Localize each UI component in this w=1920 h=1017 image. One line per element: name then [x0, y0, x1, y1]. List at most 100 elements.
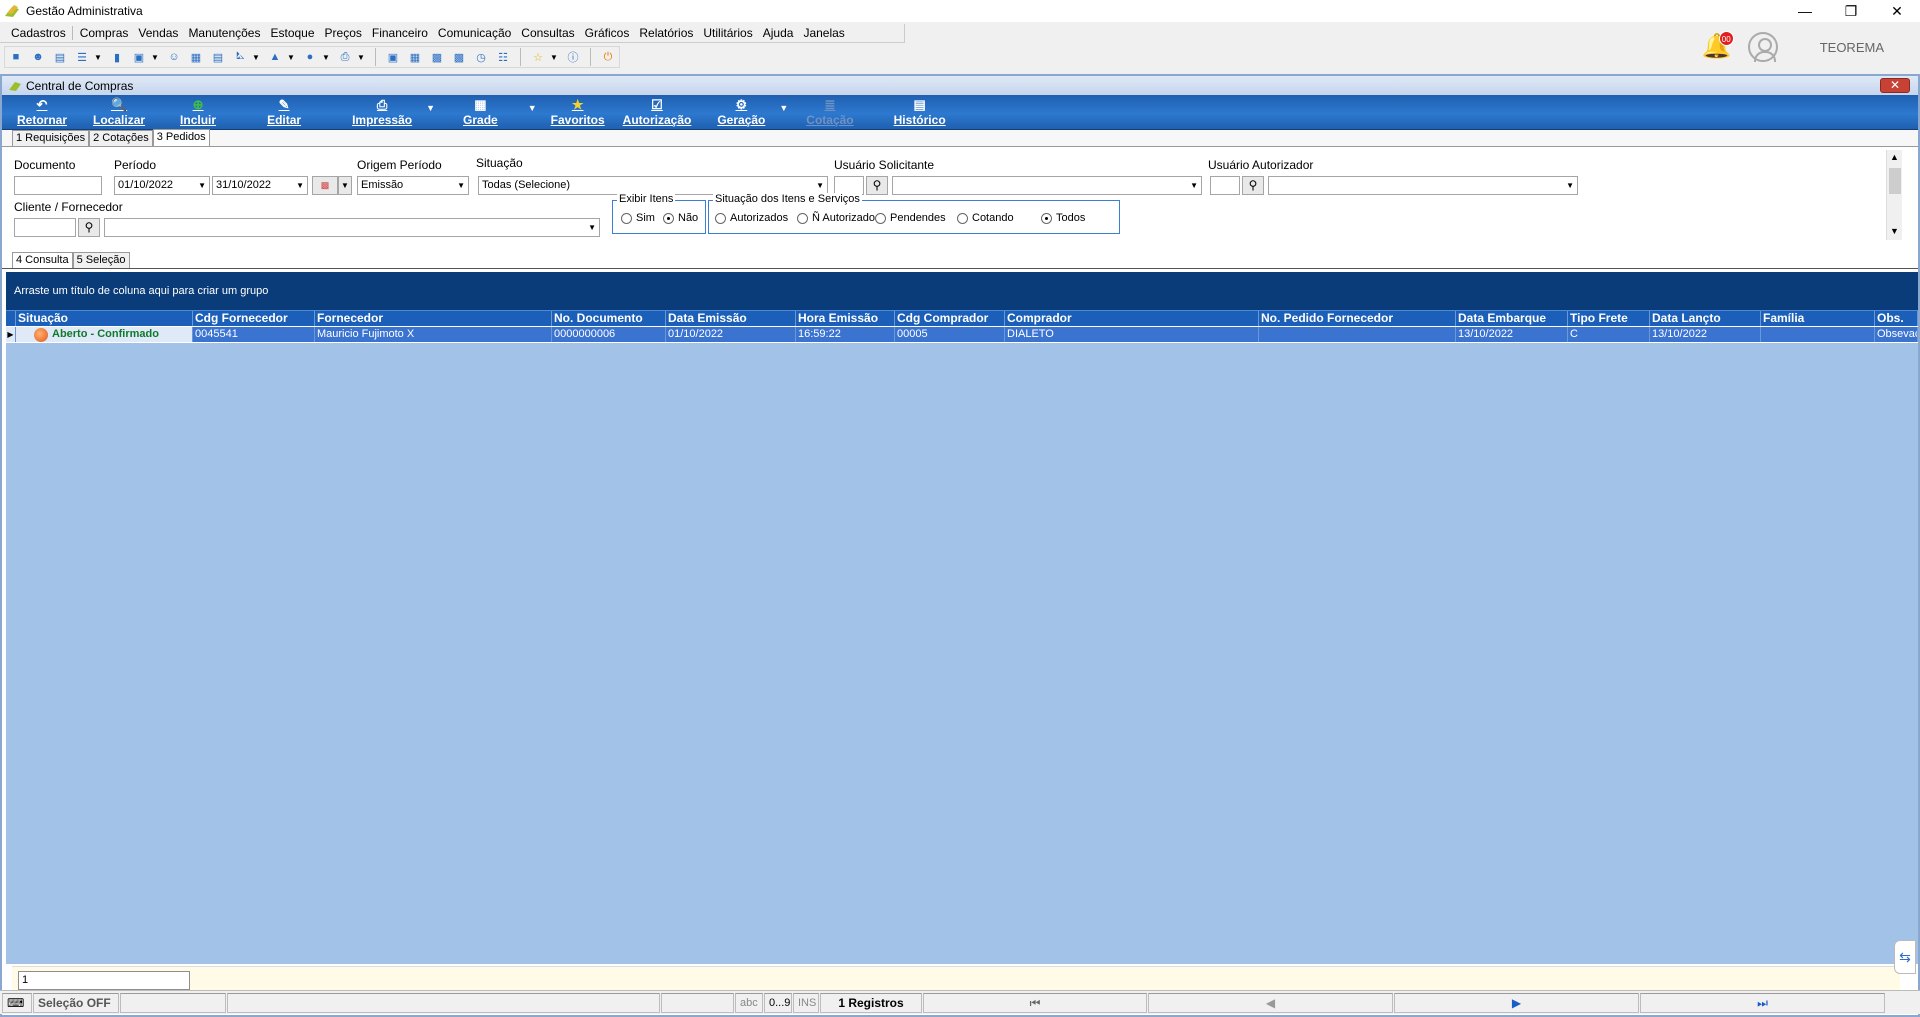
chevron-down-icon[interactable]: ▼	[93, 53, 103, 62]
card-icon[interactable]: ▤	[51, 48, 69, 66]
close-button[interactable]: ✕	[1874, 0, 1920, 22]
menu-vendas[interactable]: Vendas	[133, 26, 183, 40]
search-icon[interactable]: ⚲	[866, 176, 888, 195]
window-icon[interactable]: ▣	[384, 48, 402, 66]
editar-button[interactable]: ✎ Editar	[267, 98, 301, 128]
calendar-icon[interactable]: ▩	[312, 176, 338, 195]
impressao-button[interactable]: ⎙ Impressão	[352, 98, 412, 128]
calculator-icon[interactable]: ▦	[406, 48, 424, 66]
col-no-documento[interactable]: No. Documento	[552, 311, 666, 326]
menu-janelas[interactable]: Janelas	[798, 26, 849, 40]
col-tipo-frete[interactable]: Tipo Frete	[1568, 311, 1650, 326]
cliente-fornecedor-select[interactable]	[104, 218, 600, 237]
printer-icon[interactable]: ⎙	[336, 48, 354, 66]
geracao-button[interactable]: ⚙ Geração	[717, 98, 765, 128]
row-indicator-header[interactable]	[6, 311, 16, 326]
exibir-nao-radio[interactable]: Não	[663, 212, 698, 224]
nao-autorizado-radio[interactable]: Ñ Autorizado	[797, 212, 875, 224]
menu-compras[interactable]: Compras	[75, 26, 134, 40]
footer-input[interactable]: 1	[18, 971, 190, 990]
autorizacao-button[interactable]: ☑ Autorização	[623, 98, 692, 128]
periodo-end-date[interactable]: 31/10/2022	[212, 176, 308, 195]
tab-cotacoes[interactable]: 2 Cotações	[89, 130, 153, 146]
usuario-autorizador-select[interactable]	[1268, 176, 1578, 195]
localizar-button[interactable]: 🔍 Localizar	[93, 98, 145, 128]
todos-radio[interactable]: Todos	[1041, 212, 1085, 224]
usuario-solicitante-select[interactable]	[892, 176, 1202, 195]
pendendes-radio[interactable]: Pendendes	[875, 212, 946, 224]
col-obs[interactable]: Obs.	[1875, 311, 1918, 326]
menu-manutencoes[interactable]: Manutenções	[183, 26, 265, 40]
geracao-dropdown-icon[interactable]: ▼	[779, 103, 788, 113]
incluir-button[interactable]: ⊕ Incluir	[180, 98, 216, 128]
info-icon[interactable]: ⓘ	[564, 48, 582, 66]
group-by-panel[interactable]: Arraste um título de coluna aqui para cr…	[6, 272, 1918, 310]
grade-button[interactable]: ▦ Grade	[463, 98, 498, 128]
first-record-button[interactable]: ⏮	[923, 992, 1147, 1013]
last-record-button[interactable]: ⏭	[1640, 992, 1885, 1013]
autorizados-radio[interactable]: Autorizados	[715, 212, 788, 224]
menu-consultas[interactable]: Consultas	[516, 26, 579, 40]
star-icon[interactable]: ☆	[529, 48, 547, 66]
remote-support-icon[interactable]: ⇆	[1894, 940, 1916, 974]
calculator-icon[interactable]: ▦	[187, 48, 205, 66]
list-icon[interactable]: ☰	[73, 48, 91, 66]
exibir-sim-radio[interactable]: Sim	[621, 212, 655, 224]
search-icon[interactable]: ⚲	[1242, 176, 1264, 195]
menu-comunicacao[interactable]: Comunicação	[433, 26, 516, 40]
tab-selecao[interactable]: 5 Seleção	[72, 252, 130, 268]
minimize-button[interactable]: —	[1782, 0, 1828, 22]
keyboard-icon[interactable]: ⌨	[2, 992, 32, 1013]
tab-pedidos[interactable]: 3 Pedidos	[152, 129, 210, 146]
money-icon[interactable]: ●	[301, 48, 319, 66]
grade-dropdown-icon[interactable]: ▼	[528, 103, 537, 113]
agenda-icon[interactable]: ▩	[450, 48, 468, 66]
impressao-dropdown-icon[interactable]: ▼	[426, 103, 435, 113]
user-avatar-icon[interactable]	[1747, 32, 1778, 62]
bell-icon[interactable]: 🔔 00	[1702, 31, 1734, 61]
col-no-pedido-fornecedor[interactable]: No. Pedido Fornecedor	[1259, 311, 1456, 326]
power-icon[interactable]: ⏻	[599, 48, 617, 66]
document-icon[interactable]: ▮	[108, 48, 126, 66]
report-icon[interactable]: ☷	[494, 48, 512, 66]
chevron-down-icon[interactable]: ▼	[321, 53, 331, 62]
menu-ajuda[interactable]: Ajuda	[758, 26, 799, 40]
clock-icon[interactable]: ◷	[472, 48, 490, 66]
col-data-embarque[interactable]: Data Embarque	[1456, 311, 1568, 326]
card-icon[interactable]: ▤	[209, 48, 227, 66]
chevron-down-icon[interactable]: ▼	[286, 53, 296, 62]
col-cdg-fornecedor[interactable]: Cdg Fornecedor	[193, 311, 315, 326]
chevron-down-icon[interactable]: ▼	[356, 53, 366, 62]
origem-periodo-select[interactable]: Emissão	[357, 176, 469, 195]
chevron-up-icon[interactable]: ▲	[1890, 152, 1899, 162]
tab-consulta[interactable]: 4 Consulta	[12, 252, 73, 269]
chevron-down-icon[interactable]: ▼	[150, 53, 160, 62]
restore-button[interactable]: ❐	[1828, 0, 1874, 22]
col-fornecedor[interactable]: Fornecedor	[315, 311, 552, 326]
next-record-button[interactable]: ▶	[1394, 992, 1639, 1013]
col-comprador[interactable]: Comprador	[1005, 311, 1259, 326]
periodo-start-date[interactable]: 01/10/2022	[114, 176, 210, 195]
folder-icon[interactable]: ■	[7, 48, 25, 66]
col-data-emissao[interactable]: Data Emissão	[666, 311, 796, 326]
selecao-status[interactable]: Seleção OFF	[33, 992, 119, 1013]
menu-cadastros[interactable]: Cadastros	[6, 26, 73, 40]
chevron-down-icon[interactable]: ▼	[1890, 226, 1899, 236]
calendar-icon[interactable]: ▩	[428, 48, 446, 66]
user-icon[interactable]: ☺	[165, 48, 183, 66]
child-close-button[interactable]: ✕	[1880, 78, 1910, 93]
menu-relatorios[interactable]: Relatórios	[634, 26, 698, 40]
chevron-down-icon[interactable]: ▼	[549, 53, 559, 62]
cotando-radio[interactable]: Cotando	[957, 212, 1014, 224]
documento-input[interactable]	[14, 176, 102, 195]
tag-icon[interactable]: ▲	[266, 48, 284, 66]
chevron-down-icon[interactable]: ▼	[338, 176, 352, 195]
favoritos-button[interactable]: ★ Favoritos	[551, 98, 605, 128]
retornar-button[interactable]: ↶ Retornar	[17, 98, 67, 128]
menu-financeiro[interactable]: Financeiro	[367, 26, 433, 40]
search-icon[interactable]: ⚲	[78, 218, 100, 237]
cliente-code-input[interactable]	[14, 218, 76, 237]
box-icon[interactable]: ▣	[130, 48, 148, 66]
col-familia[interactable]: Família	[1761, 311, 1875, 326]
usuario-autorizador-code[interactable]	[1210, 176, 1240, 195]
